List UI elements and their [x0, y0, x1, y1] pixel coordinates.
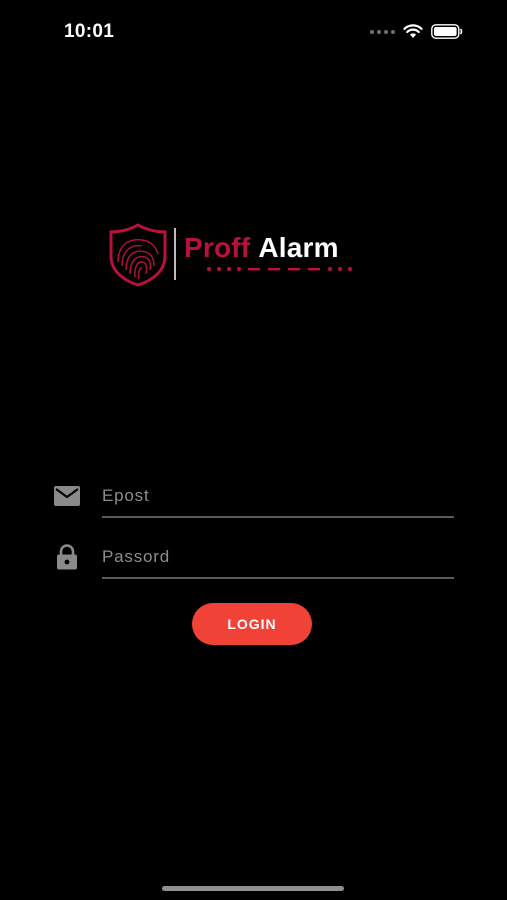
cellular-signal-icon: [370, 29, 395, 34]
status-icons: [370, 24, 463, 39]
envelope-icon: [50, 482, 84, 510]
lock-icon: [50, 543, 84, 571]
email-field: [50, 476, 454, 524]
proff-alarm-logo: Proff Alarm: [108, 222, 388, 288]
email-input[interactable]: [102, 476, 454, 518]
password-field: [50, 537, 454, 585]
wifi-icon: [403, 24, 423, 38]
login-button[interactable]: LOGIN: [192, 603, 312, 645]
logo-dashed-underline: [207, 267, 352, 271]
logo-brand-first: Proff: [184, 232, 251, 263]
battery-icon: [431, 24, 463, 39]
status-time: 10:01: [64, 21, 115, 42]
home-indicator[interactable]: [162, 886, 344, 891]
status-bar: 10:01: [0, 0, 507, 60]
shield-logo-icon: [109, 223, 167, 287]
logo-brand-second: Alarm: [258, 232, 339, 263]
logo-wordmark: Proff Alarm: [184, 232, 339, 264]
password-input[interactable]: [102, 537, 454, 579]
logo-divider: [174, 228, 176, 280]
